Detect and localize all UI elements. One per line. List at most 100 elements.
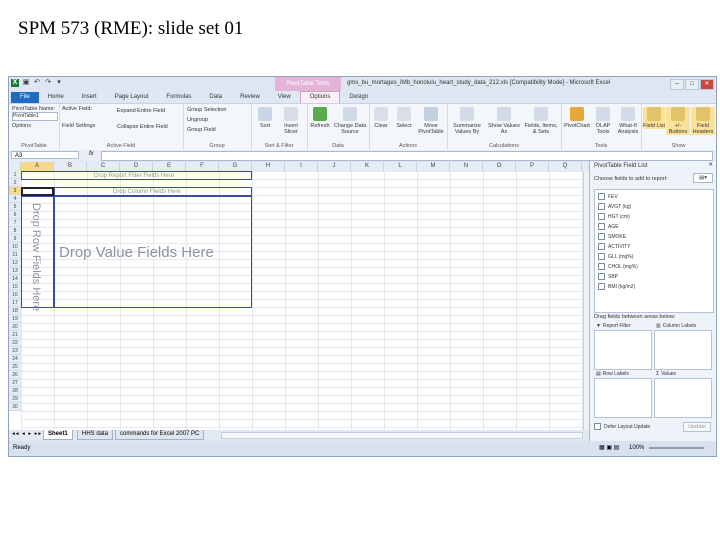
field-item[interactable]: HGT (cm) bbox=[598, 213, 630, 220]
layout-dropdown-icon[interactable]: ▤▾ bbox=[693, 173, 713, 183]
row-header[interactable]: 2 bbox=[9, 179, 21, 187]
close-pane-icon[interactable]: ✕ bbox=[708, 162, 713, 168]
expand-field-button[interactable]: Expand Entire Field bbox=[117, 108, 165, 114]
defer-layout-checkbox[interactable]: Defer Layout Update bbox=[594, 423, 650, 430]
field-item[interactable]: BMI (kg/m2) bbox=[598, 283, 635, 290]
row-header[interactable]: 18 bbox=[9, 307, 21, 315]
checkbox-icon[interactable] bbox=[598, 213, 605, 220]
plus-minus-buttons-button[interactable]: +/- Buttons bbox=[666, 107, 690, 135]
row-labels-area[interactable] bbox=[594, 378, 652, 418]
field-settings-button[interactable]: Field Settings bbox=[62, 123, 95, 129]
row-header[interactable]: 6 bbox=[9, 211, 21, 219]
tab-data[interactable]: Data bbox=[200, 92, 231, 103]
column-header[interactable]: A bbox=[21, 162, 54, 171]
checkbox-icon[interactable] bbox=[598, 273, 605, 280]
row-header[interactable]: 12 bbox=[9, 259, 21, 267]
row-header[interactable]: 16 bbox=[9, 291, 21, 299]
summarize-values-button[interactable]: Summarize Values By bbox=[449, 107, 485, 135]
row-header[interactable]: 10 bbox=[9, 243, 21, 251]
clear-button[interactable]: Clear bbox=[371, 107, 391, 129]
group-selection-button[interactable]: Group Selection bbox=[187, 107, 226, 113]
sheet-nav-arrows[interactable]: ◂◂ ◂ ▸ ▸▸ bbox=[12, 431, 42, 437]
column-header[interactable]: C bbox=[87, 162, 120, 171]
column-header[interactable]: F bbox=[186, 162, 219, 171]
row-header[interactable]: 26 bbox=[9, 371, 21, 379]
field-list-button[interactable]: Field List bbox=[643, 107, 665, 129]
field-item[interactable]: SMOKE bbox=[598, 233, 626, 240]
maximize-button[interactable]: □ bbox=[685, 79, 699, 90]
formula-input[interactable] bbox=[101, 151, 713, 161]
name-box[interactable]: A3 bbox=[11, 151, 79, 159]
row-header[interactable]: 30 bbox=[9, 403, 21, 411]
redo-icon[interactable]: ↷ bbox=[44, 79, 52, 87]
row-header[interactable]: 29 bbox=[9, 395, 21, 403]
view-buttons-icon[interactable]: ▦ ▣ ▤ bbox=[599, 441, 619, 456]
tab-view[interactable]: View bbox=[269, 92, 300, 103]
show-values-as-button[interactable]: Show Values As bbox=[487, 107, 521, 135]
tab-review[interactable]: Review bbox=[231, 92, 269, 103]
row-header[interactable]: 20 bbox=[9, 323, 21, 331]
checkbox-icon[interactable] bbox=[598, 283, 605, 290]
row-header[interactable]: 15 bbox=[9, 283, 21, 291]
olap-tools-button[interactable]: OLAP Tools bbox=[591, 107, 615, 135]
field-item[interactable]: AGE bbox=[598, 223, 619, 230]
row-header[interactable]: 28 bbox=[9, 387, 21, 395]
ungroup-button[interactable]: Ungroup bbox=[187, 117, 208, 123]
checkbox-icon[interactable] bbox=[598, 253, 605, 260]
row-header[interactable]: 21 bbox=[9, 331, 21, 339]
undo-icon[interactable]: ↶ bbox=[33, 79, 41, 87]
select-button[interactable]: Select bbox=[393, 107, 415, 129]
row-header[interactable]: 11 bbox=[9, 251, 21, 259]
column-labels-area[interactable] bbox=[654, 330, 712, 370]
checkbox-icon[interactable] bbox=[598, 193, 605, 200]
checkbox-icon[interactable] bbox=[598, 223, 605, 230]
row-header[interactable]: 24 bbox=[9, 355, 21, 363]
change-source-button[interactable]: Change Data Source bbox=[333, 107, 367, 135]
column-header[interactable]: P bbox=[516, 162, 549, 171]
column-header[interactable]: I bbox=[285, 162, 318, 171]
sort-button[interactable]: Sort bbox=[255, 107, 275, 129]
field-headers-button[interactable]: Field Headers bbox=[691, 107, 715, 135]
insert-slicer-button[interactable]: Insert Slicer bbox=[279, 107, 303, 135]
row-fields-drop-zone[interactable]: Drop Row Fields Here bbox=[21, 196, 54, 311]
sheet-tab-commands[interactable]: commands for Excel 2007 PC bbox=[115, 430, 205, 440]
row-header[interactable]: 17 bbox=[9, 299, 21, 307]
horizontal-scrollbar[interactable] bbox=[221, 432, 583, 439]
row-header[interactable]: 23 bbox=[9, 347, 21, 355]
checkbox-icon[interactable] bbox=[598, 203, 605, 210]
field-item[interactable]: AVGT (kg) bbox=[598, 203, 631, 210]
row-header[interactable]: 9 bbox=[9, 235, 21, 243]
column-header[interactable]: D bbox=[120, 162, 153, 171]
row-header[interactable]: 27 bbox=[9, 379, 21, 387]
row-header[interactable]: 14 bbox=[9, 275, 21, 283]
row-header[interactable]: 8 bbox=[9, 227, 21, 235]
column-header[interactable]: G bbox=[219, 162, 252, 171]
value-fields-drop-zone[interactable]: Drop Value Fields Here bbox=[54, 196, 252, 308]
select-all-corner[interactable] bbox=[9, 162, 21, 171]
tab-options[interactable]: Options bbox=[299, 91, 341, 103]
update-button[interactable]: Update bbox=[683, 422, 711, 432]
row-header[interactable]: 19 bbox=[9, 315, 21, 323]
save-icon[interactable]: ▣ bbox=[22, 79, 30, 87]
zoom-slider[interactable] bbox=[649, 447, 704, 449]
pivottable-name-input[interactable]: PivotTable1 bbox=[12, 112, 58, 121]
column-header[interactable]: M bbox=[417, 162, 450, 171]
field-item[interactable]: SBP bbox=[598, 273, 618, 280]
worksheet-grid[interactable]: A B C D E F G H I J K L M N O P Q 1 2 3 … bbox=[9, 162, 587, 430]
refresh-button[interactable]: Refresh bbox=[309, 107, 331, 129]
move-pivottable-button[interactable]: Move PivotTable bbox=[417, 107, 445, 135]
column-header[interactable]: Q bbox=[549, 162, 582, 171]
row-header[interactable]: 22 bbox=[9, 339, 21, 347]
field-item[interactable]: GLL (mg%) bbox=[598, 253, 633, 260]
row-header[interactable]: 13 bbox=[9, 267, 21, 275]
pivotchart-button[interactable]: PivotChart bbox=[563, 107, 591, 129]
field-item[interactable]: CHOL (mg%) bbox=[598, 263, 638, 270]
checkbox-icon[interactable] bbox=[598, 233, 605, 240]
field-item[interactable]: ACTIVITY bbox=[598, 243, 631, 250]
tab-formulas[interactable]: Formulas bbox=[157, 92, 200, 103]
field-item[interactable]: FEV bbox=[598, 193, 618, 200]
report-filter-drop-zone[interactable]: Drop Report Filter Fields Here bbox=[21, 171, 252, 180]
minimize-button[interactable]: – bbox=[670, 79, 684, 90]
zoom-level[interactable]: 100% bbox=[629, 441, 644, 456]
close-button[interactable]: ✕ bbox=[700, 79, 714, 90]
